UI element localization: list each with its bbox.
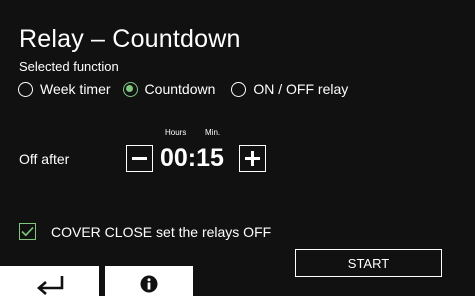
hours-label: Hours <box>165 128 187 137</box>
plus-icon <box>245 151 260 166</box>
radio-on-off-relay[interactable]: ON / OFF relay <box>231 81 348 97</box>
selected-function-label: Selected function <box>19 59 119 74</box>
countdown-time-value: 00:15 <box>160 144 224 172</box>
radio-label: Week timer <box>40 81 111 97</box>
radio-circle-selected <box>122 81 138 97</box>
radio-week-timer[interactable]: Week timer <box>18 81 111 97</box>
cover-close-label: COVER CLOSE set the relays OFF <box>51 223 272 240</box>
return-arrow-icon <box>36 276 63 295</box>
minus-icon <box>132 157 147 160</box>
back-button[interactable] <box>0 266 99 296</box>
radio-label: ON / OFF relay <box>253 81 349 97</box>
cover-close-option: COVER CLOSE set the relays OFF <box>19 223 271 240</box>
page-title: Relay – Countdown <box>19 25 241 53</box>
minutes-label: Min. <box>205 128 221 137</box>
radio-circle <box>18 81 33 97</box>
decrease-button[interactable] <box>126 145 153 172</box>
cover-close-checkbox[interactable] <box>19 223 36 240</box>
function-radio-group: Week timer Countdown ON / OFF relay <box>18 80 360 98</box>
radio-countdown[interactable]: Countdown <box>122 81 216 97</box>
info-button[interactable] <box>105 266 193 296</box>
checkmark-icon <box>21 226 34 237</box>
radio-label: Countdown <box>144 81 216 97</box>
increase-button[interactable] <box>239 145 266 172</box>
info-icon <box>140 275 158 293</box>
off-after-label: Off after <box>19 151 70 167</box>
radio-circle <box>231 81 247 97</box>
start-button[interactable]: START <box>295 249 442 277</box>
